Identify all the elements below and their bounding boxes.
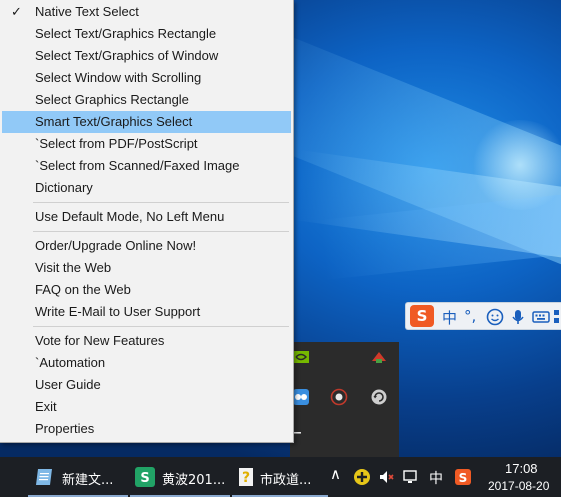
svg-text:S: S <box>140 471 149 486</box>
sogou-logo-icon[interactable]: S <box>410 305 434 327</box>
menu-item-label: Use Default Mode, No Left Menu <box>35 209 225 224</box>
menu-item-select-window-scrolling[interactable]: Select Window with Scrolling <box>2 67 291 89</box>
help-document-icon: ? <box>239 468 253 486</box>
menu-item-label: Visit the Web <box>35 260 112 275</box>
nvidia-icon[interactable] <box>292 348 310 366</box>
menu-item-native-text-select[interactable]: ✓ Native Text Select <box>2 1 291 23</box>
taskbar-button-spreadsheet[interactable]: S 黄波201... <box>130 457 230 497</box>
network-drive-icon[interactable] <box>370 348 388 366</box>
svg-text:S: S <box>459 471 468 485</box>
menu-item-label: Select Text/Graphics of Window <box>35 48 219 63</box>
menu-item-label: Native Text Select <box>35 4 139 19</box>
keyboard-icon[interactable] <box>532 308 550 326</box>
taskbar-button-label: 黄波201... <box>162 473 226 488</box>
menu-item-select-from-pdf[interactable]: `Select from PDF/PostScript <box>2 133 291 155</box>
menu-item-label: Order/Upgrade Online Now! <box>35 238 197 253</box>
ime-language-toggle[interactable]: 中 <box>442 307 457 328</box>
menu-item-label: Vote for New Features <box>35 333 165 348</box>
microphone-icon[interactable] <box>509 308 527 326</box>
cloud-sync-icon[interactable] <box>292 388 310 406</box>
menu-item-label: FAQ on the Web <box>35 282 131 297</box>
svg-text:?: ? <box>242 470 250 486</box>
menu-item-select-graphics-rectangle[interactable]: Select Graphics Rectangle <box>2 89 291 111</box>
spreadsheet-icon: S <box>135 467 155 487</box>
menu-item-label: Select Graphics Rectangle <box>35 92 189 107</box>
notepad-icon <box>36 469 52 485</box>
menu-item-select-text-graphics-rectangle[interactable]: Select Text/Graphics Rectangle <box>2 23 291 45</box>
ime-punctuation-toggle[interactable]: °, <box>464 307 476 325</box>
input-language-indicator[interactable]: 中 <box>429 468 443 488</box>
menu-item-dictionary[interactable]: Dictionary <box>2 177 291 199</box>
menu-item-label: `Automation <box>35 355 106 370</box>
volume-muted-icon[interactable] <box>378 468 396 486</box>
network-icon[interactable] <box>402 468 420 486</box>
security-plus-icon[interactable] <box>353 468 371 486</box>
menu-item-label: Smart Text/Graphics Select <box>35 114 193 129</box>
chevron-up-icon[interactable]: ∧ <box>330 465 341 483</box>
security-shield-icon[interactable] <box>330 388 348 406</box>
menu-item-visit-web[interactable]: Visit the Web <box>2 257 291 279</box>
menu-separator <box>33 202 289 203</box>
menu-item-email-support[interactable]: Write E-Mail to User Support <box>2 301 291 323</box>
taskbar-button-help-document[interactable]: ? 市政道... <box>232 457 328 497</box>
menu-item-label: Select Text/Graphics Rectangle <box>35 26 217 41</box>
menu-item-label: `Select from Scanned/Faxed Image <box>35 158 240 173</box>
menu-item-order-upgrade[interactable]: Order/Upgrade Online Now! <box>2 235 291 257</box>
menu-item-smart-text-graphics-select[interactable]: Smart Text/Graphics Select <box>2 111 291 133</box>
menu-item-label: `Select from PDF/PostScript <box>35 136 198 151</box>
taskbar-button-label: 市政道... <box>260 473 312 488</box>
menu-item-select-text-graphics-window[interactable]: Select Text/Graphics of Window <box>2 45 291 67</box>
sogou-ime-icon[interactable]: S <box>454 468 472 486</box>
menu-item-label: Select Window with Scrolling <box>35 70 202 85</box>
context-menu: ✓ Native Text Select Select Text/Graphic… <box>0 0 294 443</box>
checkmark-icon: ✓ <box>11 4 22 19</box>
menu-item-label: Properties <box>35 421 95 436</box>
ime-toolbar[interactable]: S 中 °, <box>405 302 561 330</box>
menu-separator <box>33 326 289 327</box>
menu-item-label: Exit <box>35 399 57 414</box>
menu-item-select-from-scanned-image[interactable]: `Select from Scanned/Faxed Image <box>2 155 291 177</box>
menu-item-label: Dictionary <box>35 180 93 195</box>
clock-time[interactable]: 17:08 <box>505 461 538 476</box>
menu-item-faq-web[interactable]: FAQ on the Web <box>2 279 291 301</box>
clock-date[interactable]: 2017-08-20 <box>488 479 549 493</box>
menu-item-vote-features[interactable]: Vote for New Features <box>2 330 291 352</box>
taskbar-button-notepad[interactable]: 新建文... <box>28 457 128 497</box>
menu-item-label: Write E-Mail to User Support <box>35 304 201 319</box>
menu-item-label: User Guide <box>35 377 101 392</box>
menu-item-user-guide[interactable]: User Guide <box>2 374 291 396</box>
taskbar: 新建文... S 黄波201... ? 市政道... ∧ 中 S 17:08 2… <box>0 457 561 497</box>
menu-item-exit[interactable]: Exit <box>2 396 291 418</box>
menu-separator <box>33 231 289 232</box>
ime-menu-icon[interactable] <box>552 308 561 326</box>
wallpaper-glow <box>470 120 561 210</box>
menu-item-use-default-mode[interactable]: Use Default Mode, No Left Menu <box>2 206 291 228</box>
emoji-icon[interactable] <box>486 308 504 326</box>
refresh-update-icon[interactable] <box>370 388 388 406</box>
menu-item-properties[interactable]: Properties <box>2 418 291 440</box>
taskbar-button-label: 新建文... <box>62 473 114 488</box>
menu-item-automation[interactable]: `Automation <box>2 352 291 374</box>
tray-overflow-panel <box>290 342 399 457</box>
